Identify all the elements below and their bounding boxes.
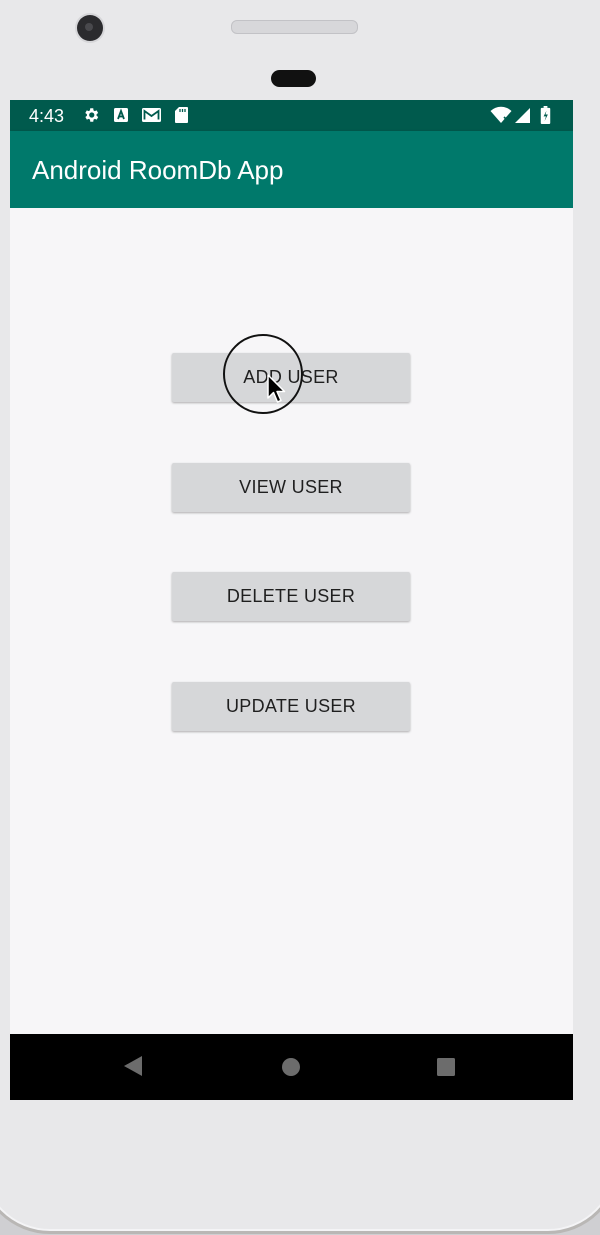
- view-user-button[interactable]: VIEW USER: [172, 463, 410, 512]
- front-camera: [77, 15, 103, 41]
- status-time: 4:43: [29, 106, 65, 126]
- sd-card-icon: [175, 107, 188, 123]
- gmail-icon: [142, 108, 161, 122]
- delete-user-button[interactable]: DELETE USER: [172, 572, 410, 621]
- update-user-button[interactable]: UPDATE USER: [172, 682, 410, 731]
- status-bar: 4:43: [10, 100, 573, 131]
- proximity-sensor: [271, 70, 316, 87]
- gear-icon: [85, 108, 99, 122]
- main-content: ADD USER VIEW USER DELETE USER UPDATE US…: [10, 208, 573, 1034]
- mouse-cursor-icon: [267, 374, 286, 403]
- battery-icon: [540, 106, 551, 124]
- navigation-bar: [10, 1034, 573, 1100]
- touch-indicator: [223, 334, 303, 414]
- app-bar: Android RoomDb App: [10, 131, 573, 208]
- back-icon[interactable]: [122, 1054, 144, 1078]
- home-icon[interactable]: [281, 1057, 301, 1077]
- device-screen: 4:43 Android RoomDb App ADD USER VIEW US…: [10, 100, 573, 1100]
- app-title: Android RoomDb App: [32, 155, 284, 185]
- recents-icon[interactable]: [436, 1057, 456, 1077]
- a-box-icon: [114, 108, 128, 122]
- wifi-icon: [490, 106, 512, 123]
- signal-icon: [515, 108, 530, 123]
- earpiece-speaker: [231, 20, 358, 34]
